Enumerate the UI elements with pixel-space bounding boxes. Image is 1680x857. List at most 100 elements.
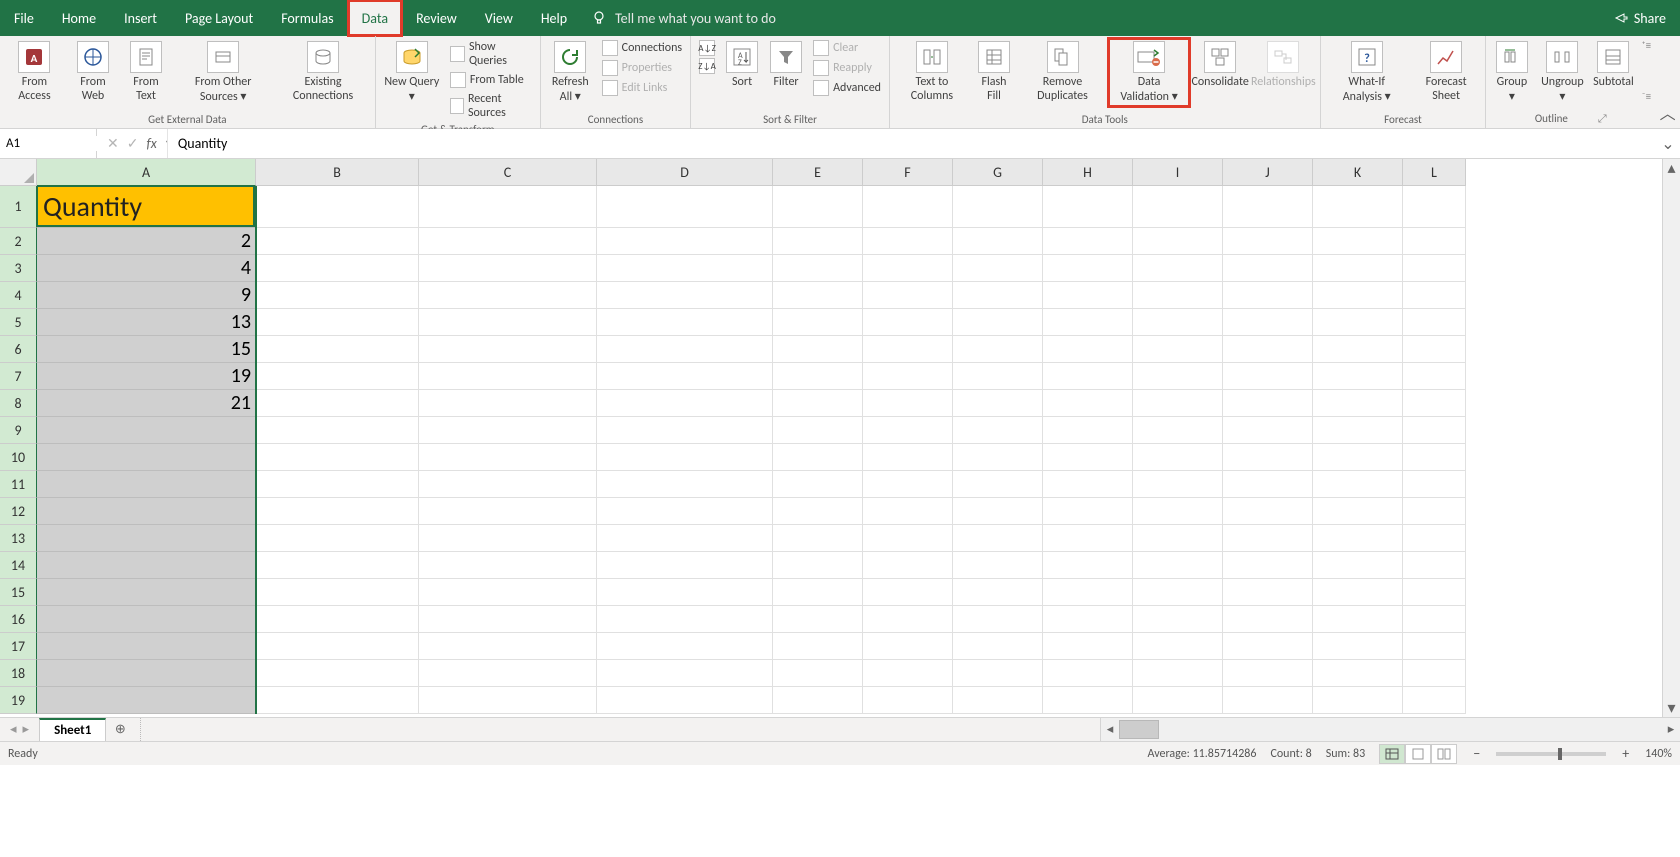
column-header-L[interactable]: L: [1403, 159, 1466, 186]
cell-E10[interactable]: [773, 444, 863, 471]
cell-H1[interactable]: [1043, 186, 1133, 228]
cell-B14[interactable]: [256, 552, 419, 579]
tell-me-search[interactable]: Tell me what you want to do: [591, 0, 776, 36]
cell-J16[interactable]: [1223, 606, 1313, 633]
vertical-scroll-track[interactable]: [1663, 177, 1680, 699]
cell-F8[interactable]: [863, 390, 953, 417]
cell-C16[interactable]: [419, 606, 597, 633]
cell-F10[interactable]: [863, 444, 953, 471]
menu-view[interactable]: View: [471, 0, 527, 36]
cell-H5[interactable]: [1043, 309, 1133, 336]
cell-E2[interactable]: [773, 228, 863, 255]
cell-J9[interactable]: [1223, 417, 1313, 444]
cell-G10[interactable]: [953, 444, 1043, 471]
from-web-button[interactable]: From Web: [67, 39, 119, 105]
cell-H15[interactable]: [1043, 579, 1133, 606]
cell-C2[interactable]: [419, 228, 597, 255]
row-header-9[interactable]: 9: [0, 417, 37, 444]
cell-K1[interactable]: [1313, 186, 1403, 228]
row-header-1[interactable]: 1: [0, 186, 37, 228]
from-access-button[interactable]: AFrom Access: [4, 39, 65, 105]
cell-A5[interactable]: 13: [37, 309, 256, 336]
cell-A4[interactable]: 9: [37, 282, 256, 309]
cell-K18[interactable]: [1313, 660, 1403, 687]
share-button[interactable]: Share: [1600, 0, 1680, 36]
cell-A8[interactable]: 21: [37, 390, 256, 417]
cell-D1[interactable]: [597, 186, 773, 228]
cell-I2[interactable]: [1133, 228, 1223, 255]
cell-E6[interactable]: [773, 336, 863, 363]
cell-G13[interactable]: [953, 525, 1043, 552]
cell-D14[interactable]: [597, 552, 773, 579]
what-if-analysis-button[interactable]: ?What-If Analysis ▾: [1325, 39, 1409, 106]
new-query-button[interactable]: New Query ▾: [380, 39, 444, 106]
show-queries-button[interactable]: Show Queries: [446, 39, 536, 69]
refresh-all-button[interactable]: Refresh All ▾: [545, 39, 596, 106]
cell-F17[interactable]: [863, 633, 953, 660]
cell-L8[interactable]: [1403, 390, 1466, 417]
cell-I19[interactable]: [1133, 687, 1223, 714]
cell-H19[interactable]: [1043, 687, 1133, 714]
cell-K10[interactable]: [1313, 444, 1403, 471]
cell-A2[interactable]: 2: [37, 228, 256, 255]
collapse-ribbon-button[interactable]: ︿: [1655, 36, 1680, 128]
cell-L5[interactable]: [1403, 309, 1466, 336]
row-header-3[interactable]: 3: [0, 255, 37, 282]
insert-function-button[interactable]: fx: [146, 135, 156, 152]
cell-I17[interactable]: [1133, 633, 1223, 660]
cell-H4[interactable]: [1043, 282, 1133, 309]
menu-review[interactable]: Review: [402, 0, 471, 36]
cell-C7[interactable]: [419, 363, 597, 390]
cell-L7[interactable]: [1403, 363, 1466, 390]
cell-I18[interactable]: [1133, 660, 1223, 687]
menu-formulas[interactable]: Formulas: [267, 0, 347, 36]
cell-L13[interactable]: [1403, 525, 1466, 552]
column-header-B[interactable]: B: [256, 159, 419, 186]
cell-K9[interactable]: [1313, 417, 1403, 444]
from-other-sources-button[interactable]: From Other Sources ▾: [173, 39, 273, 106]
cell-E11[interactable]: [773, 471, 863, 498]
cell-K17[interactable]: [1313, 633, 1403, 660]
cell-J5[interactable]: [1223, 309, 1313, 336]
cell-D5[interactable]: [597, 309, 773, 336]
scroll-left-button[interactable]: ◂: [1101, 718, 1119, 741]
cell-E19[interactable]: [773, 687, 863, 714]
cell-A17[interactable]: [37, 633, 256, 660]
cell-L19[interactable]: [1403, 687, 1466, 714]
subtotal-button[interactable]: Subtotal: [1591, 39, 1635, 91]
scroll-right-button[interactable]: ▸: [1662, 718, 1680, 741]
row-header-5[interactable]: 5: [0, 309, 37, 336]
column-header-I[interactable]: I: [1133, 159, 1223, 186]
zoom-in-button[interactable]: +: [1620, 745, 1631, 762]
cell-D9[interactable]: [597, 417, 773, 444]
cell-A15[interactable]: [37, 579, 256, 606]
cell-F3[interactable]: [863, 255, 953, 282]
page-layout-view-button[interactable]: [1405, 744, 1431, 764]
cell-J12[interactable]: [1223, 498, 1313, 525]
cell-J3[interactable]: [1223, 255, 1313, 282]
cell-C12[interactable]: [419, 498, 597, 525]
cell-I6[interactable]: [1133, 336, 1223, 363]
cell-L16[interactable]: [1403, 606, 1466, 633]
forecast-sheet-button[interactable]: Forecast Sheet: [1411, 39, 1481, 105]
cell-B5[interactable]: [256, 309, 419, 336]
cell-J7[interactable]: [1223, 363, 1313, 390]
cell-H8[interactable]: [1043, 390, 1133, 417]
cell-L6[interactable]: [1403, 336, 1466, 363]
cell-I5[interactable]: [1133, 309, 1223, 336]
cell-E16[interactable]: [773, 606, 863, 633]
normal-view-button[interactable]: [1379, 744, 1405, 764]
cell-I10[interactable]: [1133, 444, 1223, 471]
cell-C19[interactable]: [419, 687, 597, 714]
cell-C14[interactable]: [419, 552, 597, 579]
cell-A9[interactable]: [37, 417, 256, 444]
cell-D16[interactable]: [597, 606, 773, 633]
cell-F11[interactable]: [863, 471, 953, 498]
cell-J2[interactable]: [1223, 228, 1313, 255]
select-all-corner[interactable]: [0, 159, 37, 186]
cell-L17[interactable]: [1403, 633, 1466, 660]
menu-help[interactable]: Help: [527, 0, 581, 36]
cell-C13[interactable]: [419, 525, 597, 552]
cell-E3[interactable]: [773, 255, 863, 282]
cell-B3[interactable]: [256, 255, 419, 282]
